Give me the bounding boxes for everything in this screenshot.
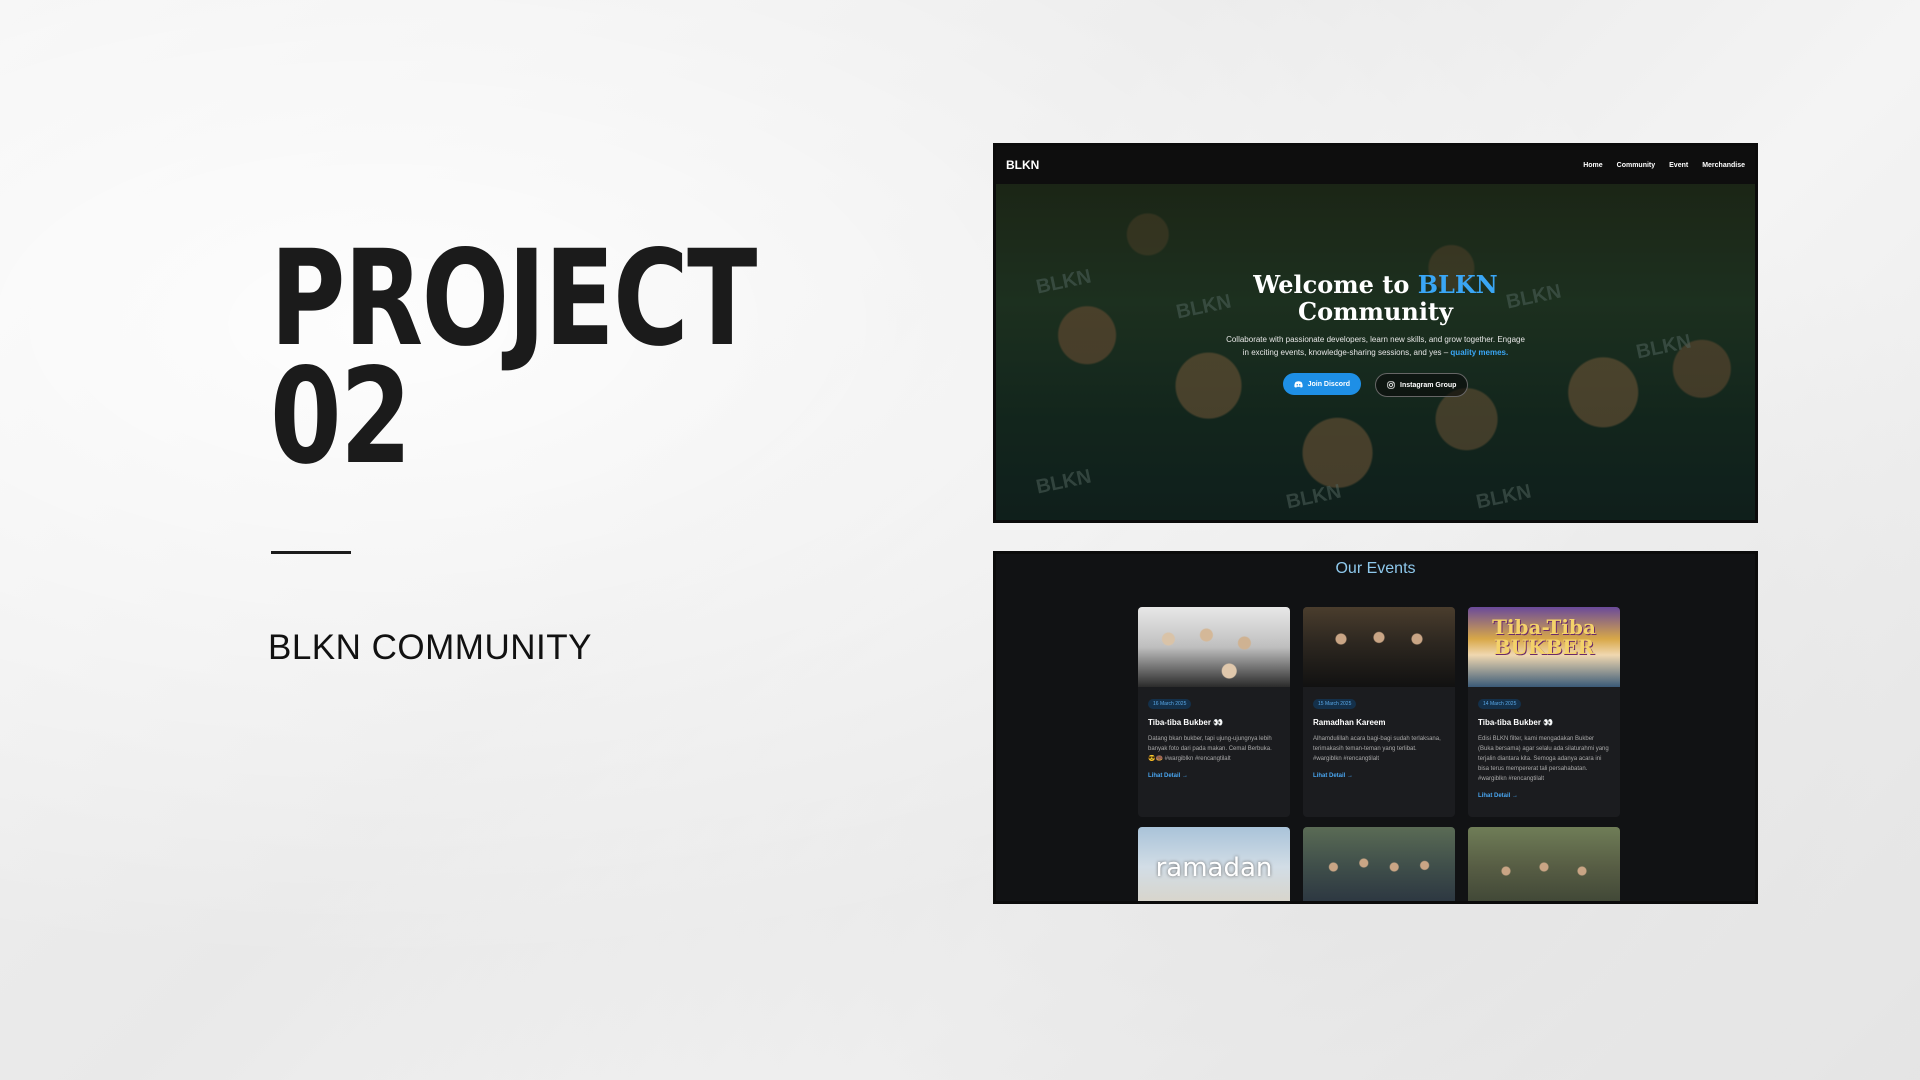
hero-description: Collaborate with passionate developers, … xyxy=(1226,333,1526,359)
event-photo-text: ramadan xyxy=(1155,853,1273,883)
event-description: Edisi BLKN filter, kami mengadakan Bukbe… xyxy=(1478,736,1609,782)
event-title: Tiba-tiba Bukber 👀 xyxy=(1478,718,1554,727)
instagram-group-button[interactable]: Instagram Group xyxy=(1375,373,1469,397)
discord-icon xyxy=(1293,380,1303,387)
project-title: PROJECT 02 xyxy=(270,233,757,483)
nav-link-event[interactable]: Event xyxy=(1669,162,1688,169)
nav-link-community[interactable]: Community xyxy=(1617,162,1656,169)
event-card[interactable] xyxy=(1468,827,1620,901)
hero-heading-part2: Community xyxy=(1298,297,1453,326)
hero-heading-part1: Welcome to xyxy=(1253,270,1418,299)
divider xyxy=(271,551,351,554)
event-photo xyxy=(1303,607,1455,687)
event-title: Tiba-tiba Bukber 👀 xyxy=(1148,718,1224,727)
navbar: BLKN Home Community Event Merchandise xyxy=(996,146,1755,184)
event-card[interactable]: 16 March 2025 Tiba-tiba Bukber 👀 Datang … xyxy=(1138,607,1290,817)
hero-screenshot: BLKN BLKN BLKN BLKN BLKN BLKN BLKN BLKN … xyxy=(993,143,1758,523)
event-card[interactable]: 15 March 2025 Ramadhan Kareem Alhamdulil… xyxy=(1303,607,1455,817)
event-photo xyxy=(1138,607,1290,687)
event-photo xyxy=(1303,827,1455,901)
event-card[interactable] xyxy=(1303,827,1455,901)
event-description: Alhamdulillah acara bagi-bagi sudah terl… xyxy=(1313,736,1441,762)
hero-heading: Welcome to BLKN Community xyxy=(996,271,1755,325)
hero-description-highlight: quality memes. xyxy=(1450,348,1509,357)
event-title: Ramadhan Kareem xyxy=(1313,718,1386,727)
instagram-group-label: Instagram Group xyxy=(1400,381,1457,389)
hero-heading-accent: BLKN xyxy=(1417,270,1498,299)
event-date: 14 March 2025 xyxy=(1478,699,1522,709)
nav-links: Home Community Event Merchandise xyxy=(1583,162,1745,169)
project-subtitle: BLKN COMMUNITY xyxy=(268,628,592,667)
event-description: Datang bkan bukber, tapi ujung-ujungnya … xyxy=(1148,736,1272,762)
event-detail-link[interactable]: Lihat Detail → xyxy=(1313,773,1445,779)
event-photo: Tiba-Tiba BUKBER xyxy=(1468,607,1620,687)
nav-link-home[interactable]: Home xyxy=(1583,162,1602,169)
hero-buttons: Join Discord Instagram Group xyxy=(996,373,1755,397)
join-discord-label: Join Discord xyxy=(1307,380,1350,388)
instagram-icon xyxy=(1387,381,1395,389)
event-card[interactable]: Tiba-Tiba BUKBER 14 March 2025 Tiba-tiba… xyxy=(1468,607,1620,817)
event-photo-text: Tiba-Tiba BUKBER xyxy=(1492,615,1596,659)
events-heading: Our Events xyxy=(1335,560,1416,577)
event-card[interactable]: ramadan xyxy=(1138,827,1290,901)
event-photo xyxy=(1468,827,1620,901)
event-date: 16 March 2025 xyxy=(1148,699,1192,709)
event-date: 15 March 2025 xyxy=(1313,699,1357,709)
join-discord-button[interactable]: Join Discord xyxy=(1282,373,1361,395)
event-detail-link[interactable]: Lihat Detail → xyxy=(1478,793,1610,799)
hero-content: Welcome to BLKN Community Collaborate wi… xyxy=(996,271,1755,397)
nav-link-merchandise[interactable]: Merchandise xyxy=(1702,162,1745,169)
brand-logo[interactable]: BLKN xyxy=(1006,158,1039,172)
event-photo: ramadan xyxy=(1138,827,1290,901)
events-screenshot: Our Events 16 March 2025 Tiba-tiba Bukbe… xyxy=(993,551,1758,904)
event-detail-link[interactable]: Lihat Detail → xyxy=(1148,773,1280,779)
